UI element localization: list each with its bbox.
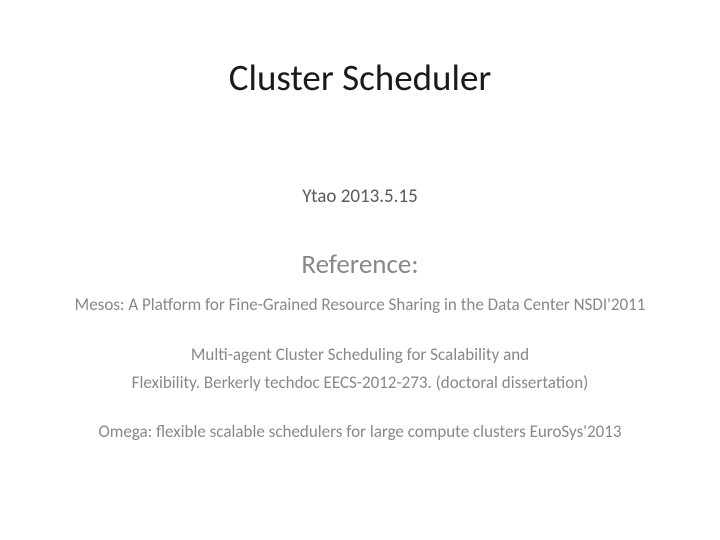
- reference-item-2-line-2: Flexibility. Berkerly techdoc EECS-2012-…: [132, 371, 589, 395]
- slide-title: Cluster Scheduler: [229, 55, 492, 100]
- reference-item-1: Mesos: A Platform for Fine-Grained Resou…: [75, 293, 646, 317]
- reference-item-2-line-1: Multi-agent Cluster Scheduling for Scala…: [191, 343, 529, 367]
- author-date: Ytao 2013.5.15: [302, 185, 417, 208]
- reference-item-3: Omega: flexible scalable schedulers for …: [99, 420, 622, 444]
- reference-heading: Reference:: [301, 248, 418, 281]
